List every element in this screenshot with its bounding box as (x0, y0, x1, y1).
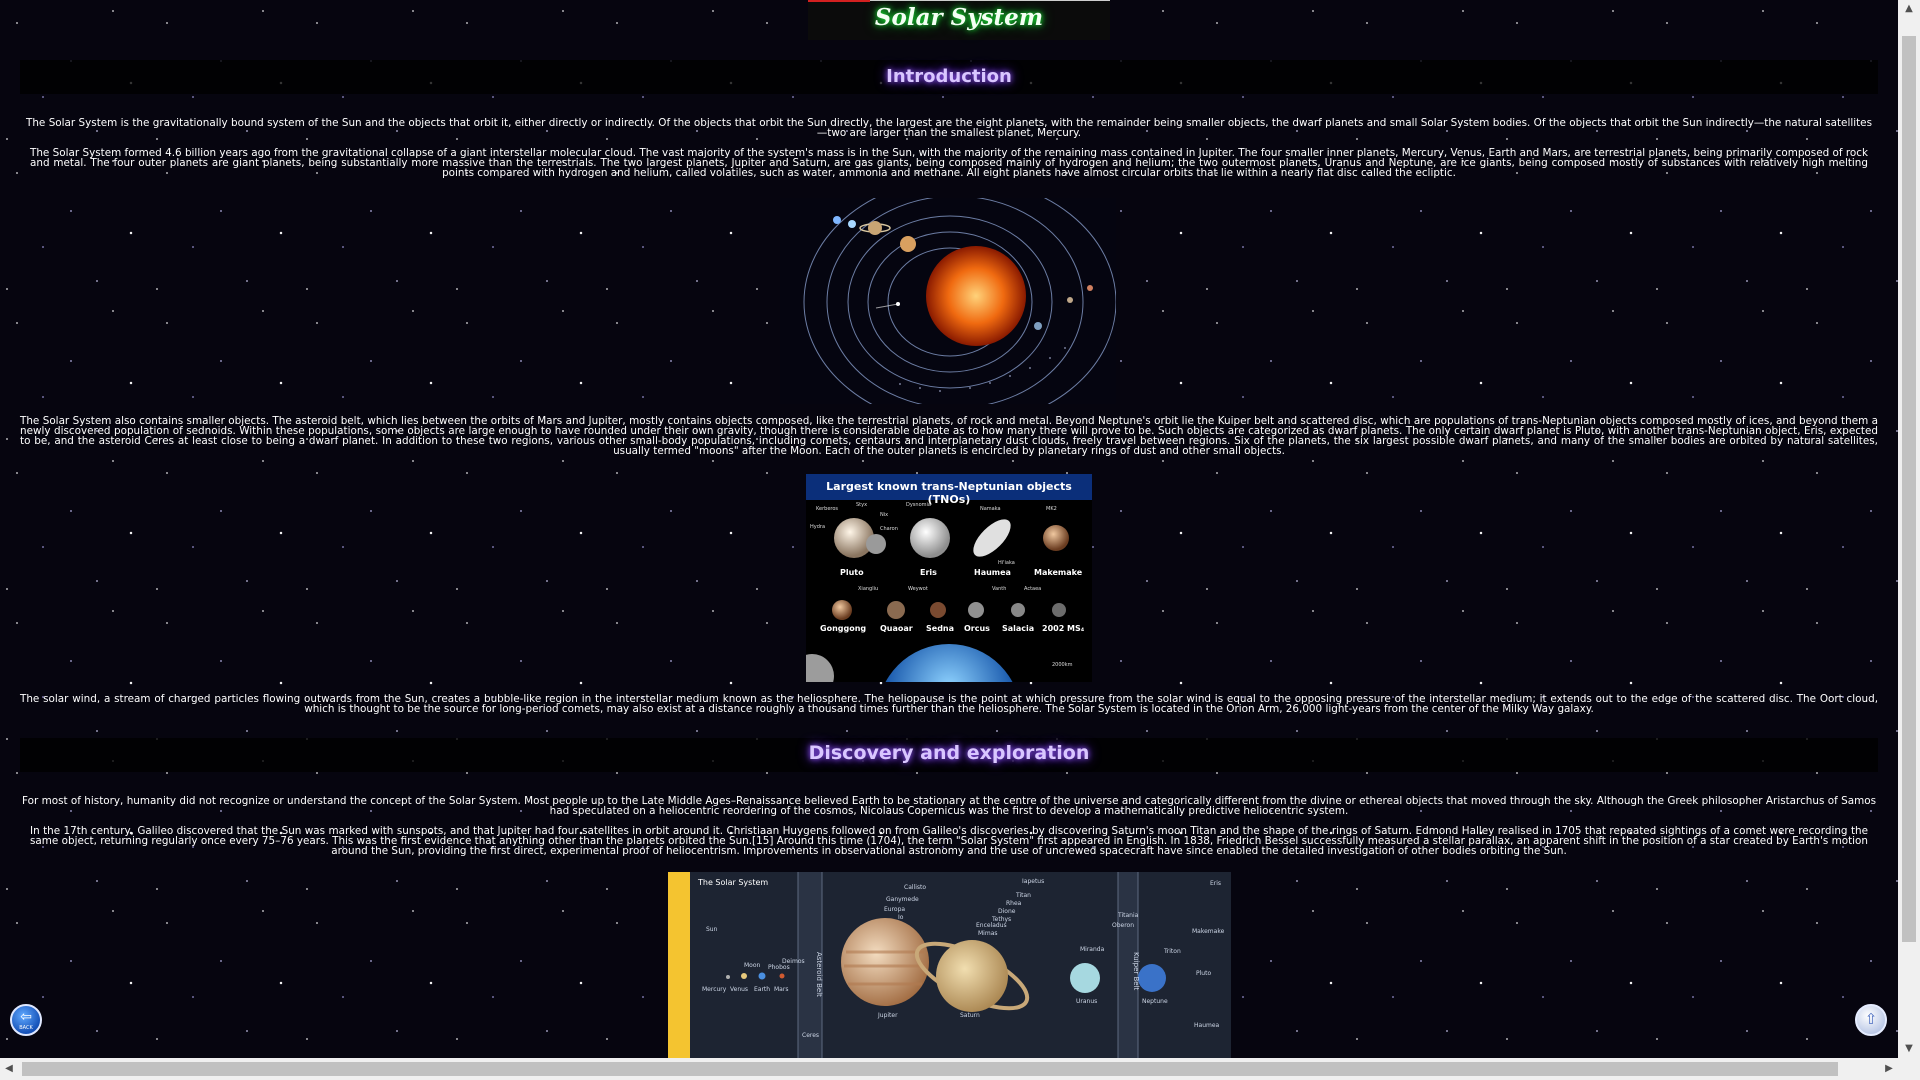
tno-moon-hydra: Hydra (810, 524, 826, 530)
chart-label-enceladus: Enceladus (976, 922, 1007, 929)
scroll-up-arrow-icon[interactable]: ▲ (1898, 0, 1920, 18)
title-top-line (870, 0, 1110, 1)
tno-moon-hiiaka: Hi'iaka (998, 560, 1015, 566)
chart-label-venus: Venus (730, 986, 749, 993)
scroll-to-top-button[interactable]: ⇧ (1855, 1004, 1887, 1036)
chart-label-earth: Earth (754, 986, 771, 993)
solar-system-chart-image: The Solar System Sun Mercury Venus Earth… (668, 872, 1231, 1058)
chart-label-ganymede: Ganymede (886, 896, 919, 903)
tno-moon-labels: Kerberos Styx Nix Dysnomia Namaka MK2 Hy… (806, 474, 1092, 682)
chart-label-neptune: Neptune (1142, 998, 1168, 1005)
arrow-left-icon: ⇦ (20, 1009, 32, 1025)
horizontal-scroll-thumb[interactable] (22, 1062, 1838, 1076)
paragraph-discovery-2: In the 17th century, Galileo discovered … (30, 825, 1868, 857)
chart-label-makemake: Makemake (1192, 928, 1225, 935)
chart-label-deimos: Deimos (782, 958, 805, 965)
paragraph-intro-4: The solar wind, a stream of charged part… (20, 693, 1878, 715)
chart-label-uranus: Uranus (1076, 998, 1098, 1005)
chart-label-sun: Sun (706, 926, 718, 933)
tno-scale-label: 2000km (1052, 662, 1073, 668)
back-button[interactable]: ⇦ BACK (10, 1004, 42, 1036)
tno-moon-dysnomia: Dysnomia (906, 502, 931, 508)
chart-label-europa: Europa (884, 906, 906, 913)
chart-label-io: Io (898, 914, 904, 921)
vertical-scrollbar[interactable]: ▲ ▼ (1898, 0, 1920, 1058)
chart-label-ceres: Ceres (802, 1032, 820, 1039)
tno-moon-nix: Nix (880, 512, 889, 518)
section-title-introduction: Introduction (886, 66, 1012, 87)
chart-label-mars: Mars (774, 986, 789, 993)
tno-moon-kerberos: Kerberos (816, 506, 839, 512)
chart-label-moon: Moon (744, 962, 761, 969)
chart-label-oberon: Oberon (1112, 922, 1135, 929)
chart-label-phobos: Phobos (768, 964, 790, 971)
chart-label-eris: Eris (1210, 880, 1222, 887)
chart-labels: Sun Mercury Venus Earth Mars Jupiter Sat… (668, 872, 1231, 1058)
chart-label-haumea: Haumea (1194, 1022, 1220, 1029)
chart-label-titania: Titania (1118, 912, 1139, 919)
tno-moon-xiangliu: Xiangliu (858, 586, 879, 592)
chart-label-pluto: Pluto (1196, 970, 1212, 977)
solar-system-image (780, 198, 1116, 404)
chart-label-jupiter: Jupiter (878, 1012, 898, 1019)
tno-moon-vanth: Vanth (992, 586, 1007, 592)
chart-label-miranda: Miranda (1080, 946, 1105, 953)
scroll-down-arrow-icon[interactable]: ▼ (1898, 1040, 1920, 1058)
tno-moon-styx: Styx (856, 502, 868, 508)
chart-label-dione: Dione (998, 908, 1016, 915)
vertical-scroll-thumb[interactable] (1902, 36, 1916, 942)
arrow-up-icon: ⇧ (1864, 1010, 1878, 1028)
chart-label-mimas: Mimas (978, 930, 998, 937)
tno-moon-charon: Charon (880, 526, 898, 532)
tno-moon-mk2: MK2 (1046, 506, 1057, 512)
scroll-right-arrow-icon[interactable]: ▶ (1880, 1058, 1898, 1080)
paragraph-intro-1: The Solar System is the gravitationally … (26, 117, 1872, 139)
chart-label-saturn: Saturn (960, 1012, 980, 1019)
title-accent-line (808, 0, 870, 2)
paragraph-intro-2: The Solar System formed 4.6 billion year… (30, 147, 1868, 179)
tno-moon-actaea: Actaea (1024, 586, 1042, 592)
chart-label-iapetus: Iapetus (1022, 878, 1045, 885)
tno-moon-namaka: Namaka (980, 506, 1001, 512)
chart-label-titan: Titan (1016, 892, 1031, 899)
paragraph-intro-3: The Solar System also contains smaller o… (20, 415, 1878, 457)
chart-label-triton: Triton (1164, 948, 1181, 955)
tno-figure: Largest known trans-Neptunian objects (T… (806, 474, 1092, 682)
chart-label-callisto: Callisto (904, 884, 927, 891)
paragraph-discovery-1: For most of history, humanity did not re… (22, 795, 1876, 817)
section-title-discovery: Discovery and exploration (808, 742, 1090, 764)
chart-label-kuiper-belt: Kuiper Belt (1132, 952, 1140, 991)
scroll-left-arrow-icon[interactable]: ◀ (0, 1058, 18, 1080)
tno-moon-weywot: Weywot (908, 586, 928, 592)
horizontal-scrollbar[interactable]: ◀ ▶ (0, 1058, 1898, 1080)
page-viewport: Solar System Introduction The Solar Syst… (0, 0, 1898, 1058)
chart-label-rhea: Rhea (1006, 900, 1022, 907)
page-title: Solar System (874, 4, 1044, 31)
back-button-label: BACK (19, 1025, 33, 1031)
chart-label-mercury: Mercury (702, 986, 727, 993)
scrollbar-corner (1898, 1058, 1920, 1080)
chart-label-asteroid-belt: Asteroid Belt (815, 952, 823, 997)
